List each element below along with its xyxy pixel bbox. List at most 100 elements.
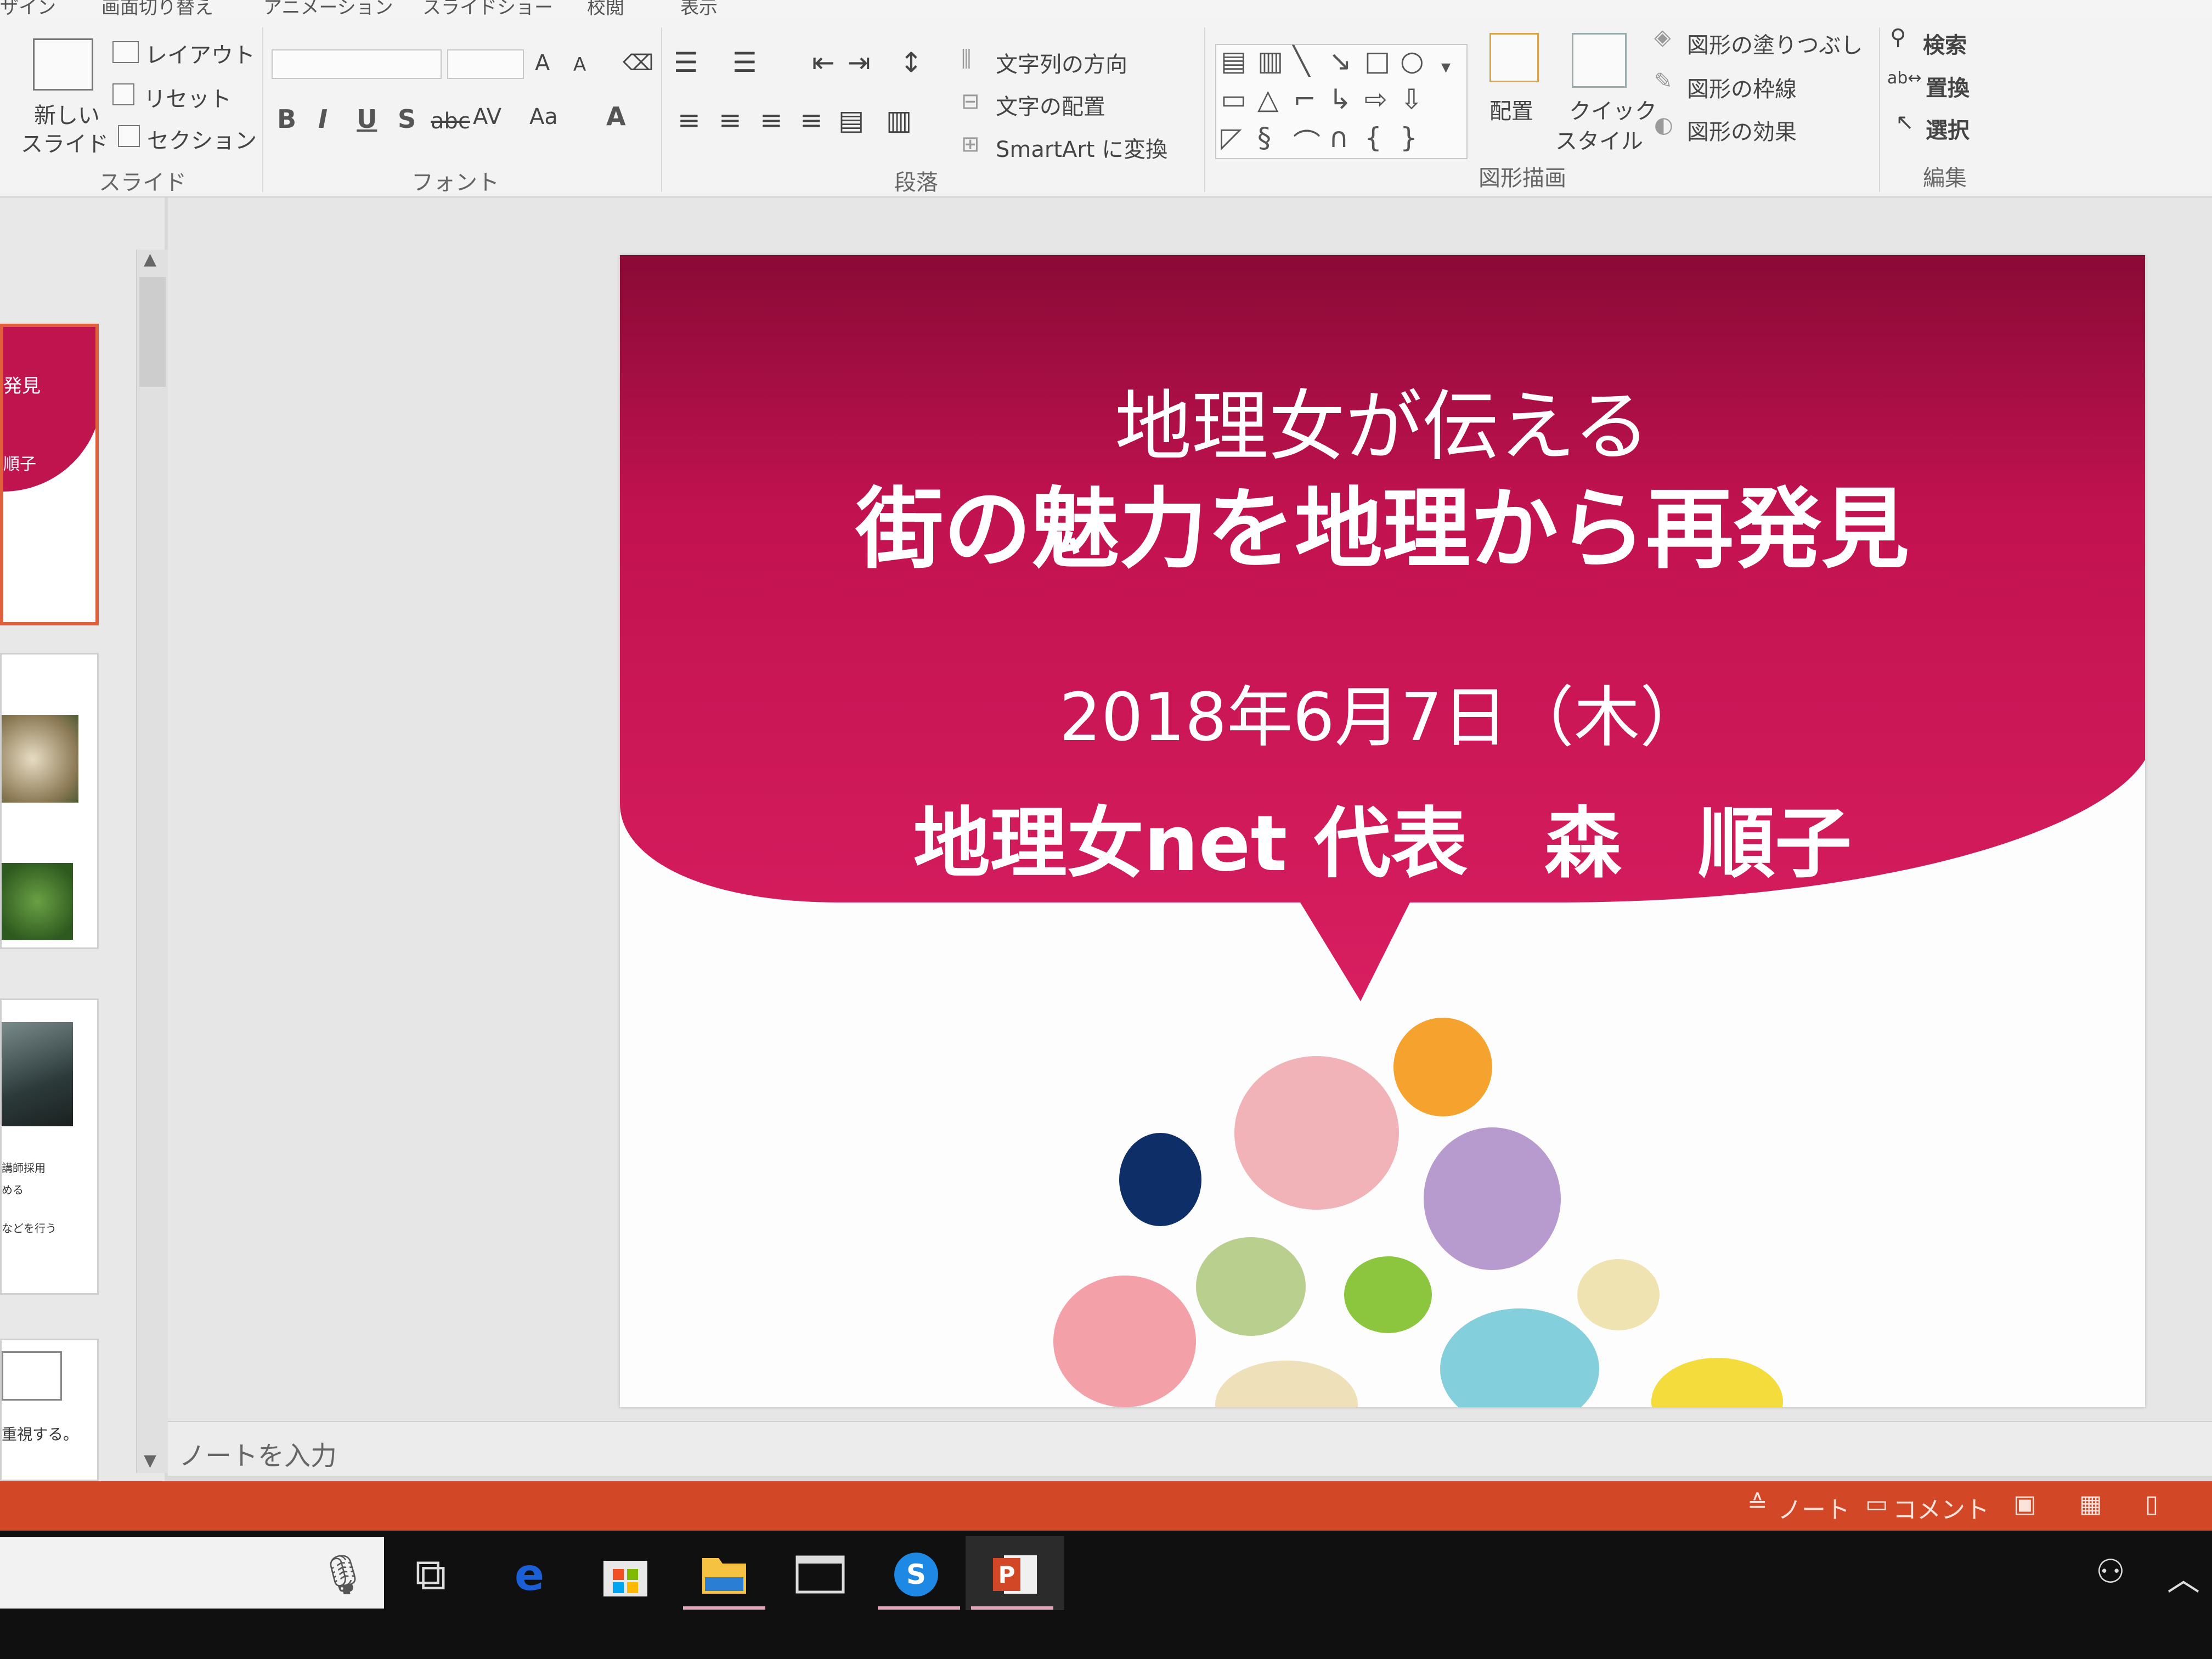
- rounded-rect-icon[interactable]: ▭: [1221, 83, 1246, 115]
- convert-smartart-button[interactable]: SmartArt に変換: [996, 132, 1167, 163]
- change-case-button[interactable]: Aa: [529, 104, 558, 129]
- comment-icon[interactable]: ▭: [1865, 1490, 1888, 1518]
- select-cursor-icon: ↖: [1895, 110, 1914, 135]
- notes-toggle-icon[interactable]: ≙: [1747, 1490, 1768, 1518]
- thumbnail-scrollbar[interactable]: ▲ ▼: [136, 250, 168, 1473]
- replace-button[interactable]: 置換: [1926, 70, 1970, 102]
- scroll-down-icon[interactable]: ▼: [144, 1451, 156, 1470]
- chevron-up-icon[interactable]: ︿: [2167, 1553, 2200, 1600]
- gallery-more-icon[interactable]: ▾: [1441, 56, 1451, 78]
- strikethrough-button[interactable]: abc: [431, 109, 470, 134]
- layout-button[interactable]: レイアウト: [145, 37, 255, 69]
- window-icon[interactable]: [793, 1547, 848, 1602]
- slide-thumbnail-4[interactable]: 重視する。: [0, 1339, 99, 1481]
- microphone-icon[interactable]: 🎙: [315, 1547, 370, 1602]
- select-button[interactable]: 選択: [1926, 112, 1970, 144]
- shape-outline-button[interactable]: 図形の枠線: [1687, 71, 1797, 103]
- section-button[interactable]: セクション: [147, 123, 257, 155]
- bullets-icon[interactable]: ☰: [674, 47, 698, 78]
- textbox-shape-icon[interactable]: ▤: [1221, 45, 1246, 77]
- shape-effects-icon: ◐: [1654, 112, 1673, 138]
- arrange-button[interactable]: 配置: [1489, 93, 1533, 125]
- powerpoint-icon[interactable]: P: [988, 1547, 1042, 1602]
- curve-shape-icon[interactable]: ∩: [1329, 122, 1349, 154]
- paragraph-group-label: 段落: [894, 170, 938, 195]
- scribble-shape-icon[interactable]: §: [1257, 122, 1271, 154]
- current-slide[interactable]: 地理女が伝える 街の魅力を地理から再発見 2018年6月7日（木） 地理女net…: [620, 255, 2145, 1407]
- quick-styles-label-2[interactable]: スタイル: [1555, 123, 1643, 155]
- clear-format-icon[interactable]: ⌫: [623, 50, 654, 76]
- oval-shape-icon[interactable]: ○: [1400, 45, 1424, 77]
- thumbnail-text: 重視する。: [2, 1425, 79, 1443]
- text-direction-button[interactable]: 文字列の方向: [996, 47, 1127, 78]
- left-brace-icon[interactable]: {: [1364, 122, 1382, 154]
- shape-fill-button[interactable]: 図形の塗りつぶし: [1687, 27, 1863, 59]
- decorative-dot-navy: [1119, 1133, 1201, 1226]
- normal-view-icon[interactable]: ▣: [2013, 1490, 2036, 1518]
- notes-pane[interactable]: ノートを入力: [168, 1421, 2212, 1476]
- columns-icon[interactable]: ▥: [886, 104, 912, 136]
- shape-effects-button[interactable]: 図形の効果: [1687, 114, 1797, 146]
- reading-view-icon[interactable]: ▯: [2145, 1490, 2158, 1518]
- slide-sorter-icon[interactable]: ▦: [2079, 1490, 2102, 1518]
- paint-bucket-icon: ◈: [1654, 25, 1671, 50]
- shadow-button[interactable]: S: [398, 104, 416, 134]
- bold-button[interactable]: B: [277, 104, 296, 134]
- align-left-icon[interactable]: ≡: [678, 104, 701, 136]
- new-slide-label-1[interactable]: 新しい: [34, 98, 100, 129]
- elbow-arrow-icon[interactable]: ↳: [1329, 83, 1352, 115]
- right-brace-icon[interactable]: }: [1400, 122, 1418, 154]
- svg-text:P: P: [998, 1561, 1015, 1588]
- line-shape-icon[interactable]: ╲: [1293, 45, 1310, 77]
- find-button[interactable]: 検索: [1923, 27, 1967, 59]
- distributed-icon[interactable]: ▤: [838, 104, 864, 136]
- reset-button[interactable]: リセット: [144, 81, 232, 113]
- line-spacing-icon[interactable]: ↕: [900, 47, 923, 78]
- shrink-font-button[interactable]: A: [573, 54, 586, 76]
- justify-icon[interactable]: ≡: [800, 104, 823, 136]
- task-view-icon[interactable]: ⧉: [403, 1547, 458, 1602]
- right-arrow-shape-icon[interactable]: ⇨: [1364, 83, 1387, 115]
- freeform-shape-icon[interactable]: ◸: [1221, 122, 1242, 154]
- store-icon[interactable]: [598, 1547, 653, 1602]
- edge-icon[interactable]: e: [502, 1547, 557, 1602]
- increase-indent-icon[interactable]: ⇥: [848, 47, 871, 78]
- align-center-icon[interactable]: ≡: [719, 104, 742, 136]
- vertical-textbox-icon[interactable]: ▥: [1257, 45, 1283, 77]
- char-spacing-button[interactable]: AV: [473, 104, 501, 129]
- file-explorer-icon[interactable]: [697, 1547, 752, 1602]
- numbering-icon[interactable]: ☰: [732, 47, 757, 78]
- scroll-up-icon[interactable]: ▲: [144, 250, 156, 269]
- grow-font-button[interactable]: A: [535, 50, 550, 76]
- slide-thumbnail-2[interactable]: [0, 653, 99, 949]
- slide-thumbnail-1[interactable]: 発見 順子: [0, 324, 99, 625]
- slide-date[interactable]: 2018年6月7日（木）: [620, 664, 2145, 759]
- slide-thumbnail-3[interactable]: 講師採用 める などを行う: [0, 998, 99, 1295]
- decrease-indent-icon[interactable]: ⇤: [812, 47, 835, 78]
- notes-placeholder[interactable]: ノートを入力: [179, 1434, 337, 1472]
- underline-button[interactable]: U: [357, 104, 377, 134]
- elbow-connector-icon[interactable]: ⌐: [1293, 83, 1316, 115]
- rectangle-shape-icon[interactable]: □: [1364, 45, 1390, 77]
- notes-toggle-button[interactable]: ノート: [1778, 1490, 1850, 1525]
- align-right-icon[interactable]: ≡: [760, 104, 783, 136]
- skype-icon[interactable]: S: [889, 1547, 944, 1602]
- scrollbar-thumb[interactable]: [139, 277, 166, 387]
- arrow-line-icon[interactable]: ↘: [1329, 45, 1352, 77]
- shapes-gallery[interactable]: ▤ ▥ ╲ ↘ □ ○ ▭ △ ⌐ ↳ ⇨ ⇩ ◸ § ⌒ ∩ { } ▾: [1215, 44, 1468, 161]
- slide-title-line2[interactable]: 街の魅力を地理から再発見: [620, 458, 2145, 585]
- people-icon[interactable]: ⚇: [2096, 1553, 2125, 1591]
- arc-shape-icon[interactable]: ⌒: [1293, 122, 1321, 161]
- slide-presenter[interactable]: 地理女net 代表 森 順子: [620, 782, 2145, 893]
- font-name-select[interactable]: [272, 49, 442, 79]
- triangle-shape-icon[interactable]: △: [1257, 83, 1278, 115]
- font-size-select[interactable]: [447, 49, 524, 79]
- new-slide-label-2[interactable]: スライド: [21, 126, 109, 158]
- down-arrow-shape-icon[interactable]: ⇩: [1400, 83, 1423, 115]
- align-text-button[interactable]: 文字の配置: [996, 89, 1105, 121]
- new-slide-icon[interactable]: [33, 38, 93, 91]
- quick-styles-label-1[interactable]: クイック: [1569, 93, 1657, 125]
- comments-button[interactable]: コメント: [1893, 1490, 1989, 1525]
- italic-button[interactable]: I: [318, 104, 328, 134]
- font-color-button[interactable]: A: [606, 101, 626, 131]
